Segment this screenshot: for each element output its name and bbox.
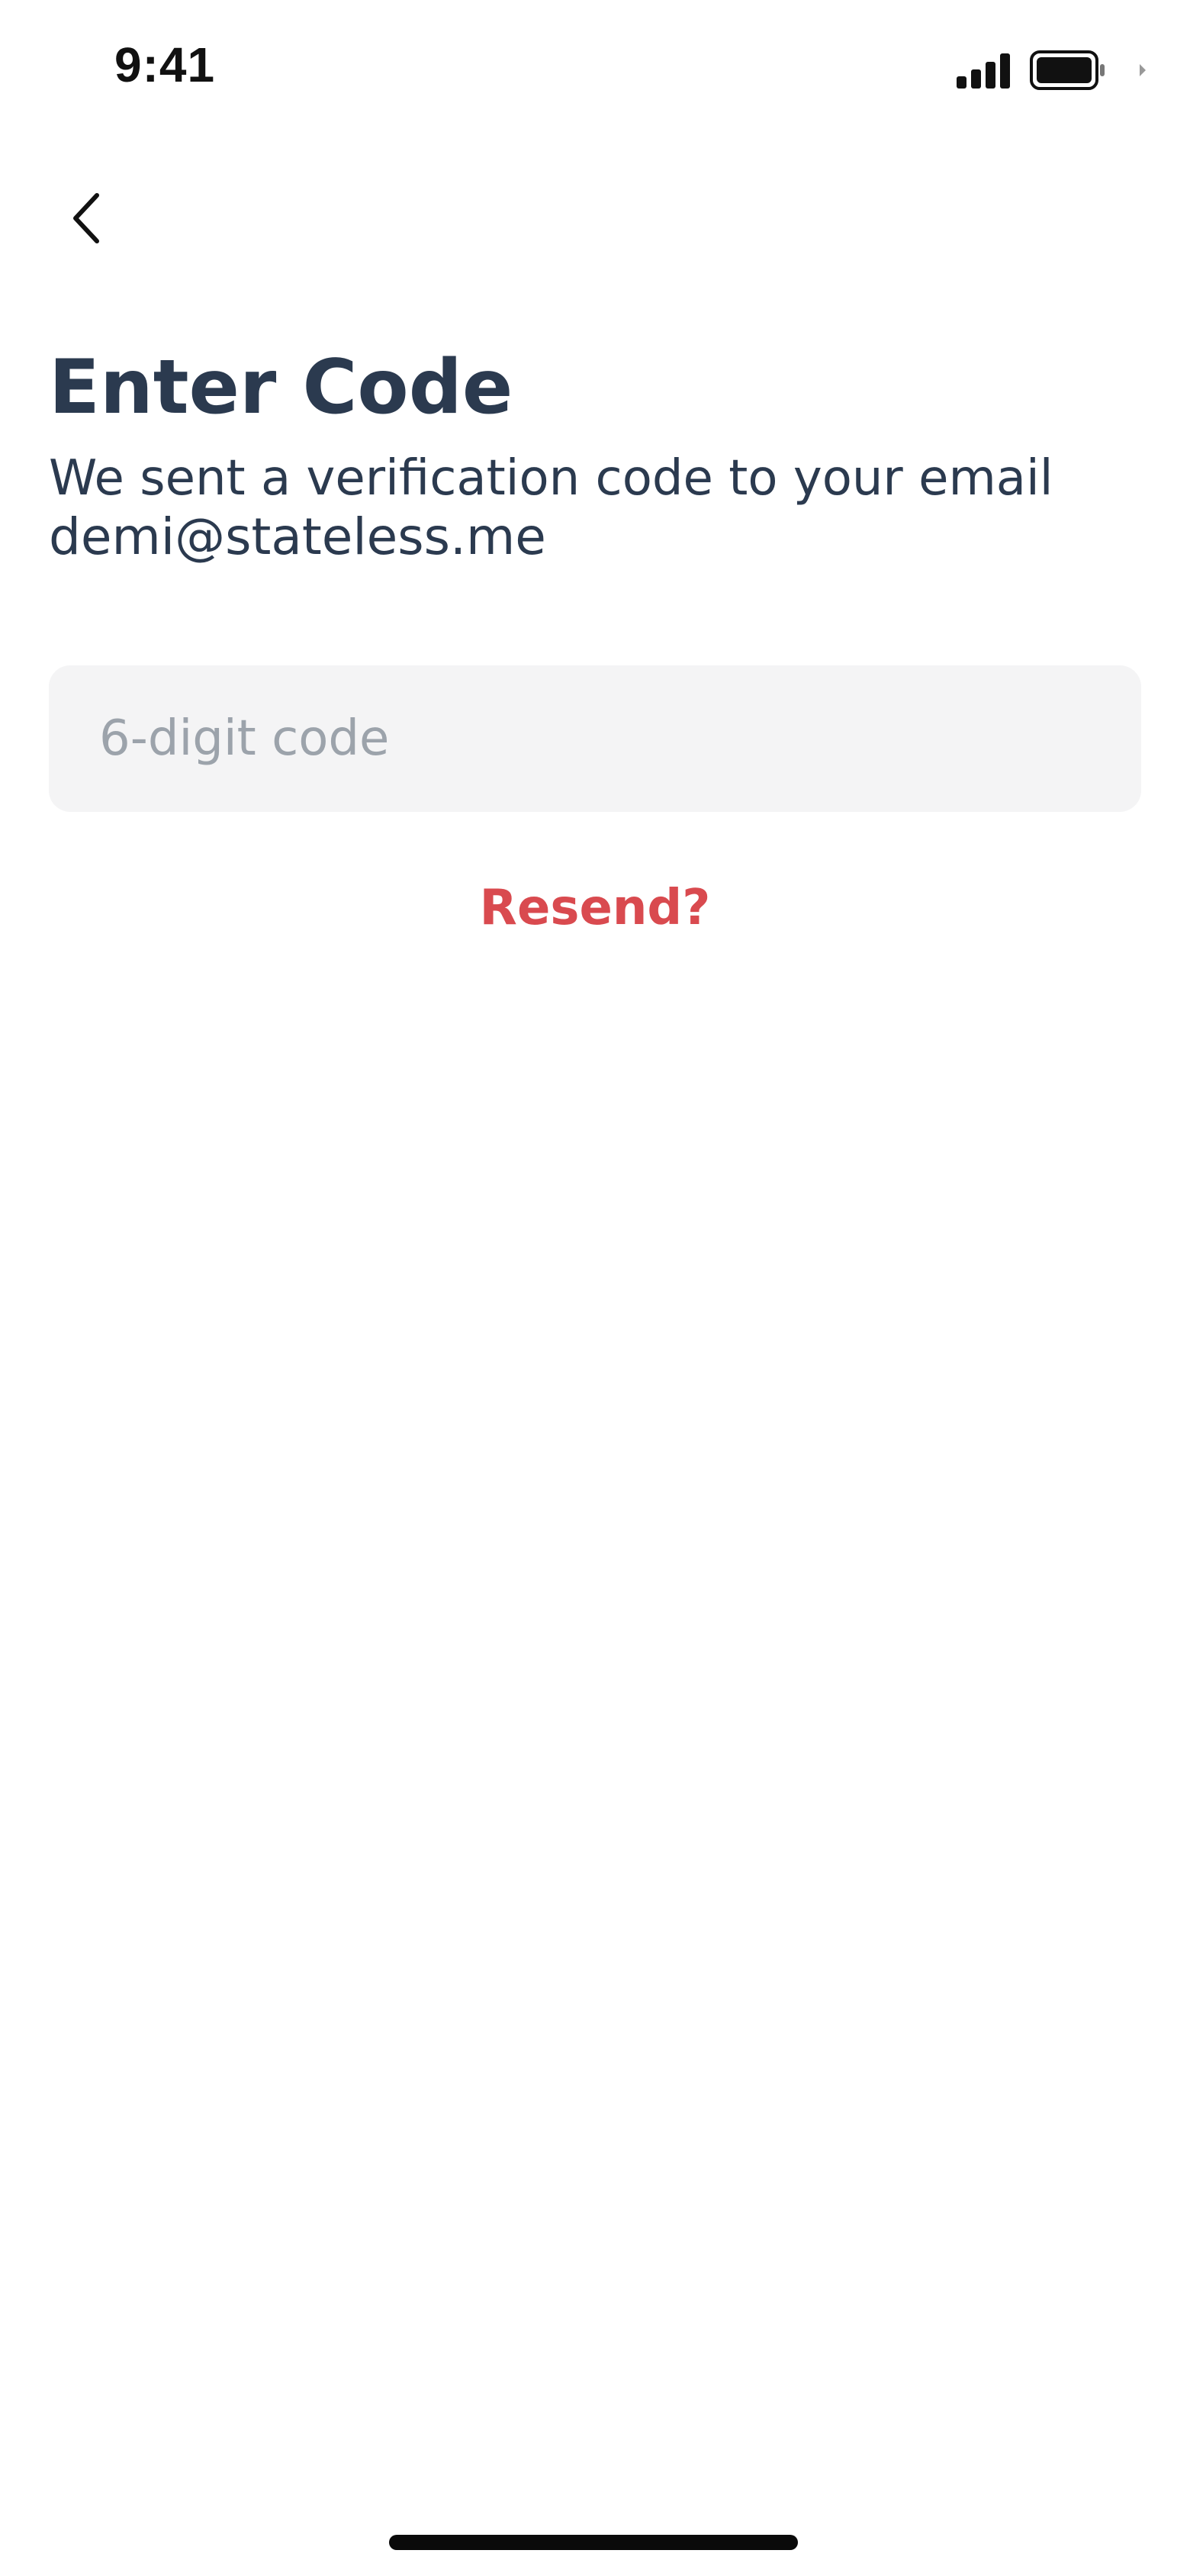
home-indicator[interactable] <box>389 2535 798 2550</box>
battery-icon <box>1030 50 1105 90</box>
back-button[interactable] <box>53 180 121 256</box>
indicator-icon <box>1140 64 1146 76</box>
page-title: Enter Code <box>49 344 513 431</box>
resend-container: Resend? <box>0 877 1190 939</box>
status-time: 9:41 <box>114 37 216 92</box>
subtitle-text: We sent a verification code to your emai… <box>49 450 1053 507</box>
resend-link[interactable]: Resend? <box>480 880 711 936</box>
chevron-left-icon <box>73 193 99 243</box>
email-address: demi@stateless.me <box>49 507 546 566</box>
verification-code-input[interactable] <box>49 665 1141 812</box>
signal-icon <box>957 53 1010 89</box>
status-bar: 9:41 <box>0 0 1190 137</box>
